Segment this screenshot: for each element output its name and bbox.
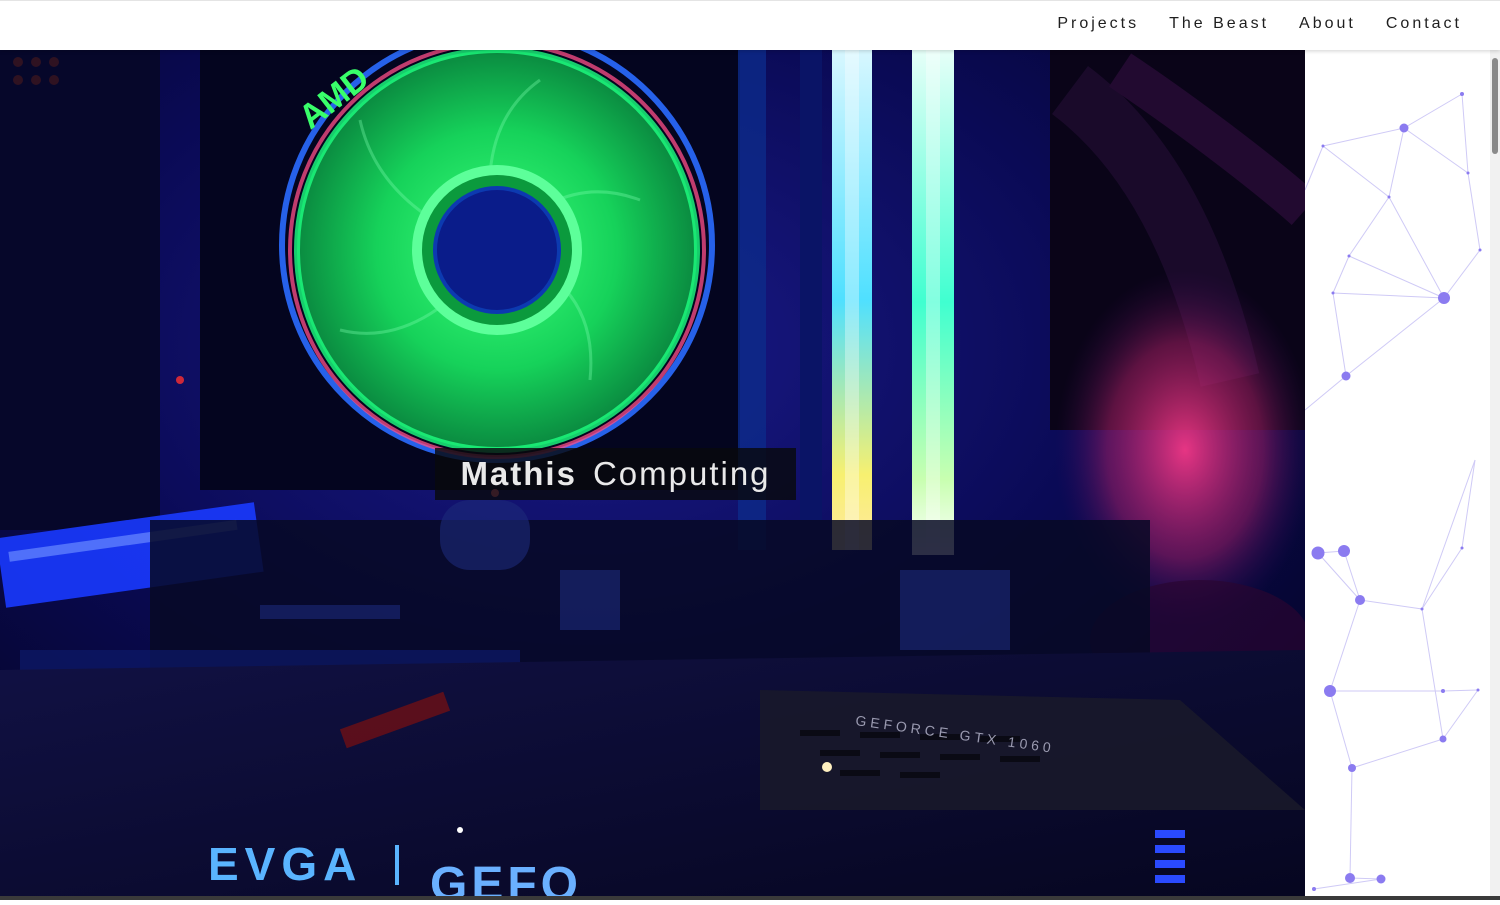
site-title-rest: Computing	[592, 455, 771, 492]
gpu-brand-label: EVGA	[208, 838, 362, 890]
nav-link-about[interactable]: About	[1299, 15, 1356, 33]
top-navbar: Projects The Beast About Contact	[0, 0, 1500, 50]
scrollbar-thumb[interactable]	[1492, 58, 1498, 154]
particle-network	[1304, 50, 1490, 900]
hero-image: AMD GEFORCE GTX 1060 EVGA GEFO Mathis Co…	[0, 50, 1305, 900]
nav-links: Projects The Beast About Contact	[1057, 15, 1462, 33]
network-graphic	[1304, 92, 1482, 891]
page-scrollbar[interactable]	[1490, 50, 1500, 896]
site-title-bold: Mathis	[460, 455, 577, 492]
gpu-partial-label: GEFO	[430, 858, 582, 900]
nav-link-contact[interactable]: Contact	[1386, 15, 1462, 33]
bottom-edge	[0, 896, 1500, 900]
nav-link-the-beast[interactable]: The Beast	[1169, 15, 1269, 33]
nav-link-projects[interactable]: Projects	[1057, 15, 1139, 33]
site-title: Mathis Computing	[435, 448, 796, 500]
